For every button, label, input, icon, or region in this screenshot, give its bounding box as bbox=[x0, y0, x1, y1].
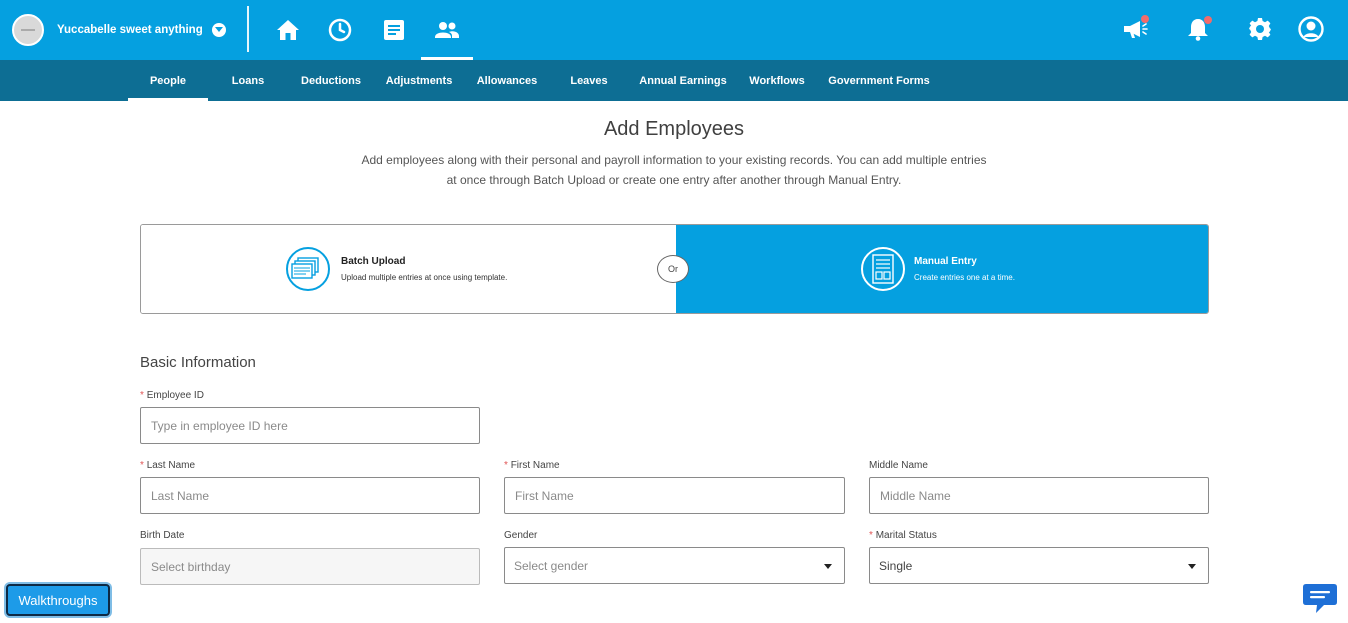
middle-name-label: Middle Name bbox=[869, 460, 928, 471]
subnav-item-annual-earnings[interactable]: Annual Earnings bbox=[636, 60, 730, 101]
subnav-item-workflows[interactable]: Workflows bbox=[746, 60, 808, 101]
subnav-item-deductions[interactable]: Deductions bbox=[296, 60, 366, 101]
gender-label: Gender bbox=[504, 530, 538, 541]
middle-name-field[interactable]: Middle Name bbox=[869, 477, 1209, 514]
last-name-label: * Last Name bbox=[140, 460, 196, 471]
manual-entry-icon bbox=[861, 247, 905, 291]
birth-date-field[interactable]: Select birthday bbox=[140, 548, 480, 585]
required-asterisk: * bbox=[140, 460, 144, 471]
topbar-divider bbox=[247, 6, 249, 52]
first-name-label: * First Name bbox=[504, 460, 560, 471]
first-name-placeholder: First Name bbox=[515, 488, 574, 503]
top-bar: Yuccabelle sweet anything bbox=[0, 0, 1348, 60]
gender-select[interactable]: Select gender bbox=[504, 547, 845, 584]
section-title-basic-information: Basic Information bbox=[140, 354, 256, 371]
company-name: Yuccabelle sweet anything bbox=[57, 24, 203, 36]
marital-status-select[interactable]: Single bbox=[869, 547, 1209, 584]
batch-upload-title: Batch Upload bbox=[341, 256, 406, 267]
chevron-down-icon bbox=[1188, 564, 1196, 569]
gear-icon[interactable] bbox=[1245, 14, 1275, 44]
document-icon[interactable] bbox=[368, 0, 420, 60]
manual-entry-subtitle: Create entries one at a time. bbox=[914, 273, 1015, 282]
marital-status-value: Single bbox=[879, 558, 913, 573]
company-switcher[interactable]: Yuccabelle sweet anything bbox=[12, 13, 226, 47]
middle-name-placeholder: Middle Name bbox=[880, 488, 951, 503]
manual-entry-option[interactable]: Manual Entry Create entries one at a tim… bbox=[676, 225, 1208, 313]
account-icon[interactable] bbox=[1296, 14, 1326, 44]
subnav-item-adjustments[interactable]: Adjustments bbox=[382, 60, 456, 101]
employee-id-label: * Employee ID bbox=[140, 390, 204, 401]
page-description-line-1: Add employees along with their personal … bbox=[361, 153, 987, 167]
home-icon[interactable] bbox=[262, 0, 314, 60]
last-name-placeholder: Last Name bbox=[151, 488, 210, 503]
clock-icon[interactable] bbox=[314, 0, 366, 60]
batch-upload-subtitle: Upload multiple entries at once using te… bbox=[341, 273, 508, 282]
subnav-item-allowances[interactable]: Allowances bbox=[472, 60, 542, 101]
last-name-field[interactable]: Last Name bbox=[140, 477, 480, 514]
walkthroughs-button[interactable]: Walkthroughs bbox=[6, 584, 110, 616]
birth-date-placeholder: Select birthday bbox=[151, 559, 231, 574]
megaphone-icon[interactable] bbox=[1120, 14, 1150, 44]
page-description: Add employees along with their personal … bbox=[350, 150, 998, 190]
bell-icon[interactable] bbox=[1183, 14, 1213, 44]
notification-dot bbox=[1141, 15, 1149, 23]
subnav-item-government-forms[interactable]: Government Forms bbox=[826, 60, 932, 101]
birth-date-label: Birth Date bbox=[140, 530, 185, 541]
employee-id-placeholder: Type in employee ID here bbox=[151, 418, 288, 433]
subnav-item-leaves[interactable]: Leaves bbox=[562, 60, 616, 101]
required-asterisk: * bbox=[504, 460, 508, 471]
manual-entry-title: Manual Entry bbox=[914, 256, 977, 267]
required-asterisk: * bbox=[140, 390, 144, 401]
batch-upload-icon bbox=[286, 247, 330, 291]
or-separator: Or bbox=[657, 255, 689, 283]
gender-placeholder: Select gender bbox=[514, 558, 589, 573]
batch-upload-option[interactable]: Batch Upload Upload multiple entries at … bbox=[141, 225, 676, 313]
required-asterisk: * bbox=[869, 530, 873, 541]
company-avatar bbox=[12, 14, 44, 46]
avatar-placeholder-icon bbox=[21, 29, 35, 31]
chevron-down-icon bbox=[824, 564, 832, 569]
marital-status-label: * Marital Status bbox=[869, 530, 937, 541]
chat-icon[interactable] bbox=[1302, 582, 1338, 616]
people-icon[interactable] bbox=[421, 0, 473, 60]
first-name-field[interactable]: First Name bbox=[504, 477, 845, 514]
page-description-line-2: at once through Batch Upload or create o… bbox=[446, 173, 902, 187]
employee-id-field[interactable]: Type in employee ID here bbox=[140, 407, 480, 444]
subnav-item-people[interactable]: People bbox=[128, 60, 208, 101]
chevron-down-icon[interactable] bbox=[211, 23, 226, 37]
sub-navigation: People Loans Deductions Adjustments Allo… bbox=[0, 60, 1348, 101]
subnav-item-loans[interactable]: Loans bbox=[224, 60, 272, 101]
page-title: Add Employees bbox=[603, 118, 745, 140]
notification-dot bbox=[1204, 16, 1212, 24]
